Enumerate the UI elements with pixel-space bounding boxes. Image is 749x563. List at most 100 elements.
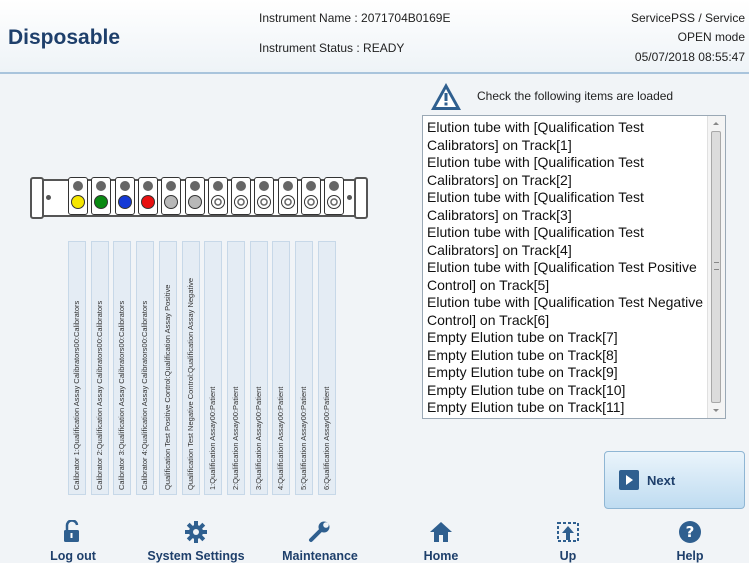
tube-cap — [142, 181, 153, 191]
list-item[interactable]: Empty Elution tube on Track[10] — [427, 382, 711, 400]
list-scrollbar[interactable] — [707, 116, 725, 418]
up-button[interactable]: Up — [548, 518, 588, 563]
tube-cap — [119, 181, 130, 191]
tube-cap — [259, 181, 270, 191]
system-settings-label: System Settings — [147, 549, 245, 563]
next-button-label: Next — [647, 473, 676, 488]
tube-label-text: Calibrator 1:Qualification Assay Calibra… — [72, 300, 81, 490]
tube-label: Calibrator 3:Qualification Assay Calibra… — [113, 241, 132, 495]
tube-label: 4:Qualification Assay00:Patient — [272, 241, 291, 495]
tube-label-text: 2:Qualification Assay00:Patient — [230, 386, 240, 490]
list-item[interactable]: Elution tube with [Qualification Test Ca… — [427, 189, 711, 224]
header-bar: Disposable Instrument Name : 2071704B016… — [0, 0, 749, 74]
help-icon: ? — [679, 521, 701, 543]
tube-cap — [282, 181, 293, 191]
check-message: Check the following items are loaded — [477, 89, 674, 103]
maintenance-button[interactable]: Maintenance — [278, 518, 362, 563]
rack-screw-left — [46, 195, 51, 200]
tube-label: 5:Qualification Assay00:Patient — [295, 241, 313, 495]
logout-button[interactable]: Log out — [40, 518, 106, 563]
tube-label: 6:Qualification Assay00:Patient — [317, 241, 336, 495]
tube-label-text: Calibrator 4:Qualification Assay Calibra… — [140, 300, 150, 490]
list-item[interactable]: Elution tube with [Qualification Test Ne… — [427, 294, 711, 329]
unlock-icon — [64, 520, 79, 542]
up-label: Up — [559, 549, 577, 563]
list-item[interactable]: Empty Elution tube on Track[11] — [427, 399, 711, 417]
tube-well — [164, 195, 179, 209]
thumb-grip-icon — [714, 262, 719, 270]
list-item[interactable]: Empty Elution tube on Track[7] — [427, 329, 711, 347]
tube-well — [280, 195, 295, 209]
help-button[interactable]: ? Help — [670, 518, 710, 563]
page-title: Disposable — [8, 26, 121, 49]
logout-label: Log out — [50, 549, 96, 563]
rack-end-left — [30, 177, 44, 219]
maintenance-label: Maintenance — [282, 549, 358, 563]
date-time: 05/07/2018 08:55:47 — [634, 50, 745, 64]
list-item[interactable]: Elution tube with [Qualification Test Ca… — [427, 224, 711, 259]
scroll-down-icon[interactable] — [713, 409, 719, 412]
system-settings-button[interactable]: System Settings — [144, 518, 248, 563]
tube-cap — [166, 181, 177, 191]
next-button[interactable]: Next — [604, 451, 745, 509]
rack-slot — [68, 177, 88, 215]
tube-well — [94, 195, 109, 209]
tube-cap — [329, 181, 340, 191]
help-label: Help — [676, 549, 704, 563]
tube-label-text: Calibrator 3:Qualification Assay Calibra… — [117, 300, 127, 490]
tube-well — [257, 195, 272, 209]
rack-slot — [161, 177, 182, 215]
tube-label-text: 5:Qualification Assay00:Patient — [299, 386, 308, 490]
up-icon — [557, 522, 579, 542]
home-icon — [430, 522, 452, 542]
home-label: Home — [423, 549, 459, 563]
tube-label: 1:Qualification Assay00:Patient — [204, 241, 223, 495]
rack-end-right — [354, 177, 368, 219]
instrument-status: Instrument Status : READY — [259, 41, 405, 55]
mode-info: OPEN mode — [677, 30, 745, 44]
tube-label-text: 4:Qualification Assay00:Patient — [276, 386, 286, 490]
rack-slot — [184, 177, 205, 215]
tube-label: Qualification Test Negative Control:Qual… — [181, 241, 200, 495]
rack-slot — [207, 177, 228, 215]
tube-cap — [306, 181, 316, 191]
list-item[interactable]: Elution tube with [Qualification Test Ca… — [427, 154, 711, 189]
list-item[interactable]: Empty Elution tube on Track[9] — [427, 364, 711, 382]
tube-well — [71, 195, 85, 209]
list-item[interactable]: Elution tube with [Qualification Test Ca… — [427, 119, 711, 154]
tube-rack — [30, 177, 368, 219]
tube-label-text: Qualification Test Negative Control:Qual… — [185, 277, 195, 490]
rack-slot — [137, 177, 158, 215]
list-item[interactable]: Elution tube with [Qualification Test Po… — [427, 259, 711, 294]
tube-well — [327, 195, 342, 209]
tube-label-text: Qualification Test Positive Control:Qual… — [162, 284, 172, 490]
rack-slot — [301, 177, 321, 215]
list-item[interactable]: Empty Elution tube on Track[8] — [427, 347, 711, 365]
tube-label-text: 1:Qualification Assay00:Patient — [208, 386, 218, 490]
tube-well — [234, 195, 249, 209]
wrench-icon — [309, 521, 330, 542]
tube-cap — [189, 181, 200, 191]
tube-cap — [236, 181, 247, 191]
tube-label-text: Calibrator 2:Qualification Assay Calibra… — [94, 300, 104, 490]
user-info: ServicePSS / Service — [630, 11, 745, 25]
loaded-items-list[interactable]: Elution tube with [Qualification Test Ca… — [422, 115, 726, 419]
tube-label: Calibrator 4:Qualification Assay Calibra… — [136, 241, 155, 495]
tube-well — [304, 195, 318, 209]
warning-triangle-icon — [430, 81, 462, 113]
instrument-name: Instrument Name : 2071704B0169E — [259, 11, 451, 25]
tube-label-text: 6:Qualification Assay00:Patient — [321, 386, 331, 490]
tube-well — [117, 195, 132, 209]
svg-text:?: ? — [686, 523, 695, 541]
rack-slot — [114, 177, 135, 215]
rack-slot — [231, 177, 252, 215]
home-button[interactable]: Home — [416, 518, 466, 563]
tube-cap — [73, 181, 83, 191]
scroll-up-icon[interactable] — [713, 122, 719, 125]
gear-icon — [185, 521, 207, 543]
rack-slot — [91, 177, 112, 215]
tube-well — [187, 195, 202, 209]
tube-well — [140, 195, 155, 209]
tube-label: Qualification Test Positive Control:Qual… — [158, 241, 177, 495]
scroll-thumb[interactable] — [711, 131, 721, 403]
